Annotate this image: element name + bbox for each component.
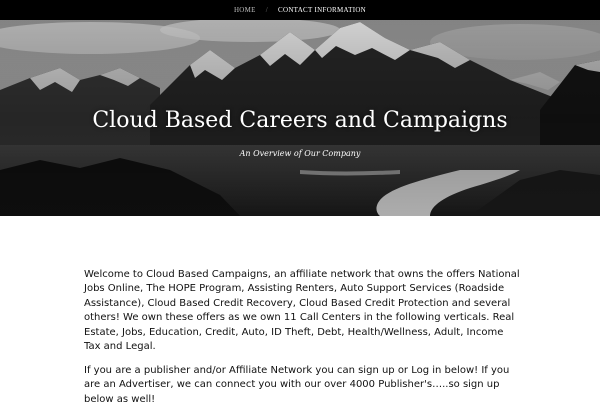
site-tagline: An Overview of Our Company — [239, 149, 361, 158]
hero-banner: Cloud Based Careers and Campaigns An Ove… — [0, 20, 600, 216]
signup-paragraph: If you are a publisher and/or Affiliate … — [84, 364, 510, 405]
nav-contact-information-link[interactable]: CONTACT INFORMATION — [278, 6, 366, 14]
main-content: Welcome to Cloud Based Campaigns, an aff… — [84, 268, 520, 417]
intro-paragraph: Welcome to Cloud Based Campaigns, an aff… — [84, 269, 520, 353]
nav-separator: / — [265, 6, 268, 14]
top-navigation: HOME / CONTACT INFORMATION — [0, 0, 600, 20]
nav-home-link[interactable]: HOME — [234, 6, 256, 14]
site-title: Cloud Based Careers and Campaigns — [92, 108, 508, 133]
